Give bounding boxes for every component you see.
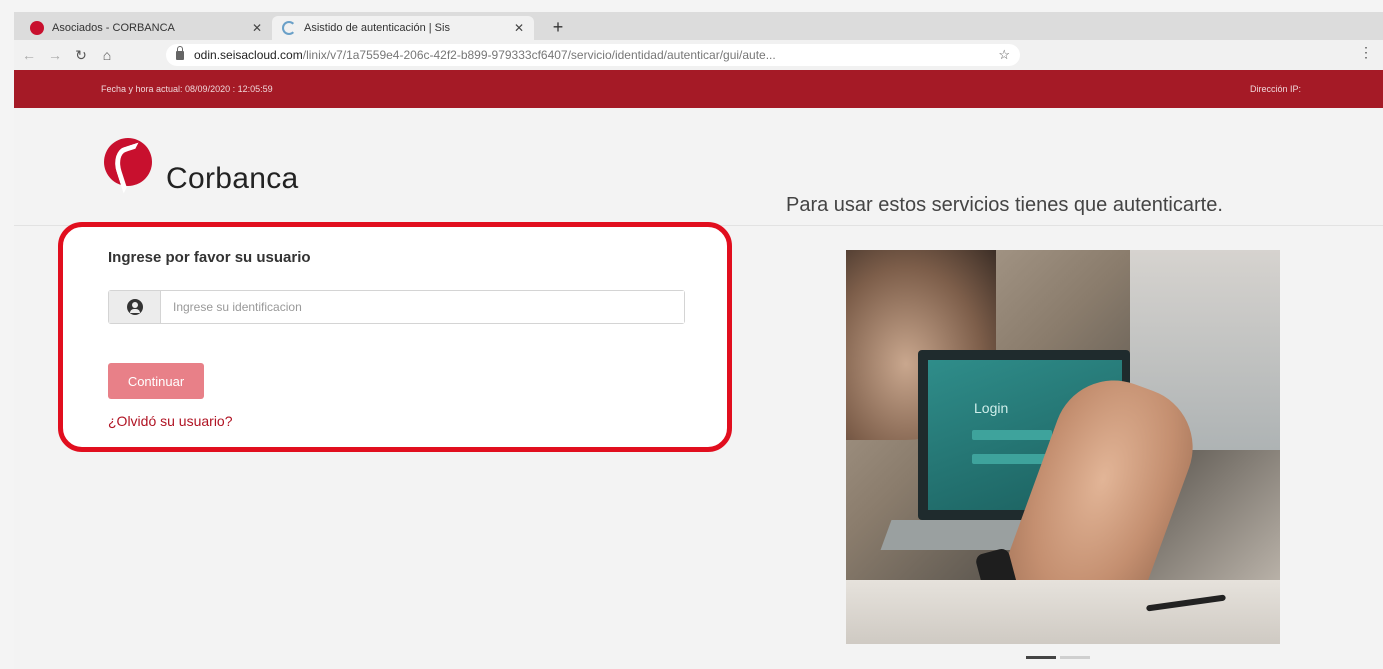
photo-field [972,454,1052,464]
corbanca-logo-icon [104,138,152,186]
address-bar[interactable]: odin.seisacloud.com /linix/v7/1a7559e4-2… [166,44,1020,66]
corbanca-favicon-icon [30,21,44,35]
tab-title: Asociados - CORBANCA [52,22,175,34]
forgot-username-link[interactable]: ¿Olvidó su usuario? [108,413,233,429]
back-arrow-icon[interactable]: ← [18,44,40,66]
tab-strip: Asociados - CORBANCA ✕ Asistido de auten… [14,12,1383,40]
lock-icon [176,45,184,60]
url-path: /linix/v7/1a7559e4-206c-42f2-b899-979333… [302,48,776,62]
reload-icon[interactable]: ↻ [70,44,92,66]
tab-asociados[interactable]: Asociados - CORBANCA ✕ [20,16,272,40]
photo-desk [846,580,1280,644]
site-info-bar: Fecha y hora actual: 08/09/2020 : 12:05:… [14,70,1383,108]
brand-name: Corbanca [166,162,299,195]
auth-message: Para usar estos servicios tienes que aut… [786,194,1223,216]
bookmark-star-icon[interactable]: ☆ [998,47,1010,63]
carousel-dot-2[interactable] [1060,656,1090,659]
current-datetime: Fecha y hora actual: 08/09/2020 : 12:05:… [101,84,273,94]
forward-arrow-icon[interactable]: → [44,44,66,66]
url-host: odin.seisacloud.com [194,48,303,62]
new-tab-icon[interactable]: + [546,16,570,38]
input-addon [109,291,161,323]
photo-field [972,430,1052,440]
login-card: Ingrese por favor su usuario Continuar ¿… [58,222,732,452]
loading-favicon-icon [282,21,296,35]
photo-login-text: Login [974,400,1009,416]
browser-toolbar: ← → ↻ ⌂ odin.seisacloud.com /linix/v7/1a… [14,40,1383,70]
continue-button[interactable]: Continuar [108,363,204,399]
home-icon[interactable]: ⌂ [96,44,118,66]
tab-title: Asistido de autenticación | Sis [304,22,450,34]
identification-input-group [108,290,685,324]
identification-input[interactable] [161,291,684,323]
hero-image: Login [846,250,1280,644]
carousel-indicators [1026,656,1090,659]
browser-window: Asociados - CORBANCA ✕ Asistido de auten… [14,12,1383,669]
login-title: Ingrese por favor su usuario [108,249,311,266]
close-tab-icon[interactable]: ✕ [252,21,262,35]
browser-menu-icon[interactable]: ⋮ [1359,44,1373,61]
tab-autenticacion[interactable]: Asistido de autenticación | Sis ✕ [272,16,534,40]
site-header: Corbanca Para usar estos servicios tiene… [14,108,1383,226]
user-circle-icon [126,299,143,315]
screenshot-frame: Asociados - CORBANCA ✕ Asistido de auten… [0,0,1383,669]
ip-address-label: Dirección IP: [1249,84,1301,94]
close-tab-icon[interactable]: ✕ [514,21,524,35]
carousel-dot-1[interactable] [1026,656,1056,659]
